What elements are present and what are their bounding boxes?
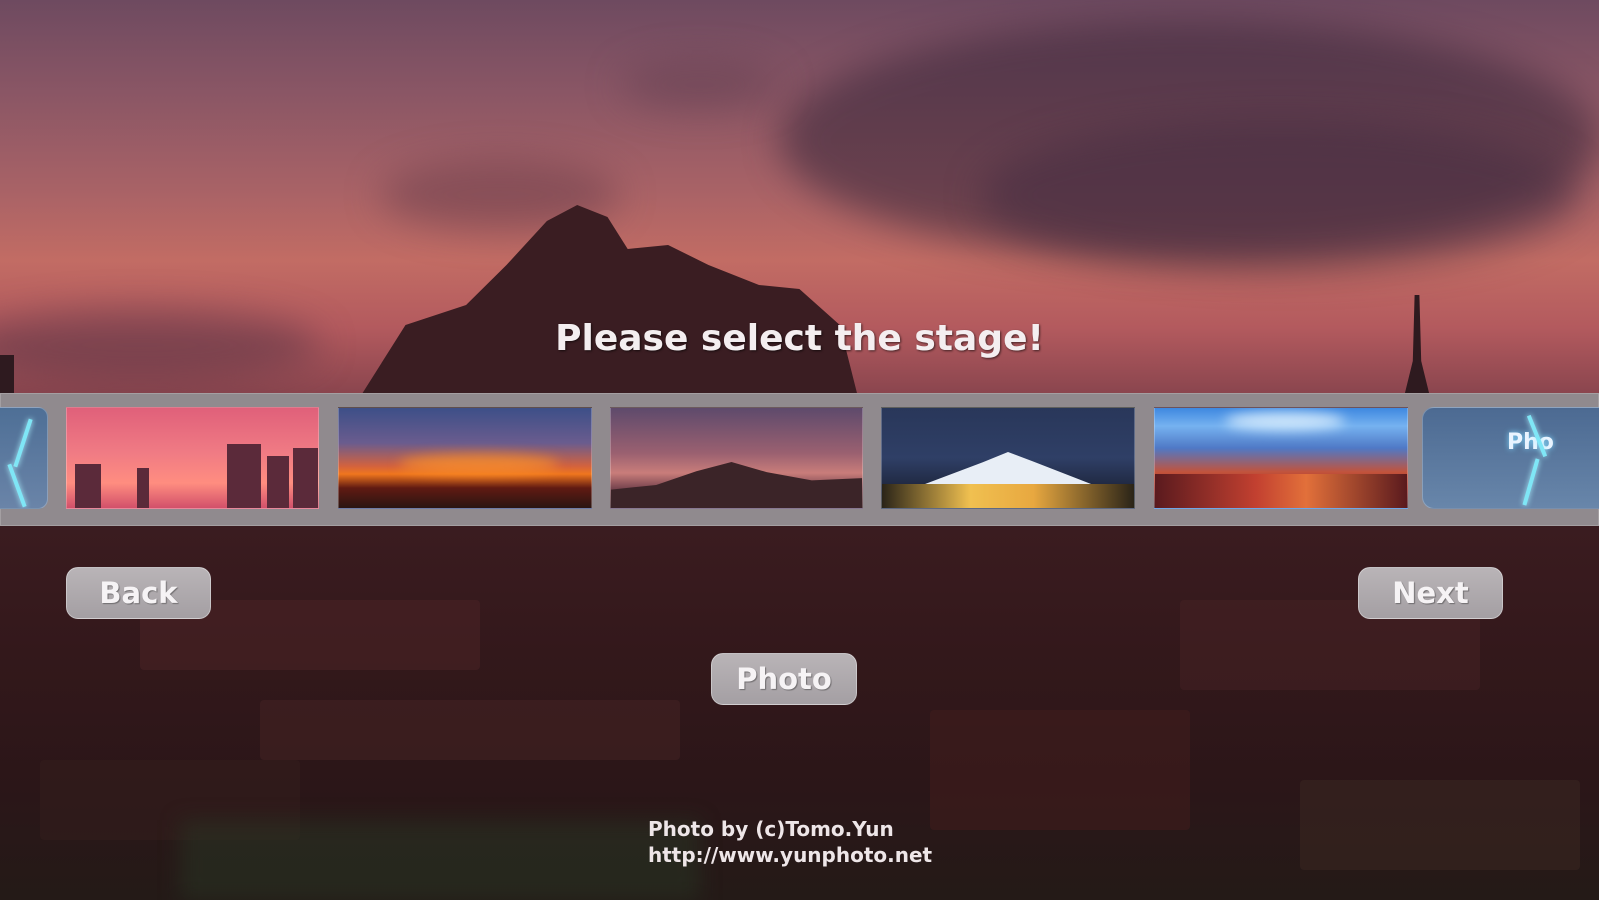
sun-glow xyxy=(399,454,559,474)
stage-thumbnail-pink-city[interactable] xyxy=(66,407,319,509)
back-button[interactable]: Back xyxy=(66,567,211,619)
stage-thumbnail-fiery-horizon[interactable] xyxy=(338,407,592,509)
lightning-icon xyxy=(1522,458,1540,506)
stage-thumbnail-partial-left[interactable] xyxy=(0,407,48,509)
stage-select-prompt: Please select the stage! xyxy=(555,318,1044,359)
mountain-silhouette xyxy=(611,462,862,508)
building xyxy=(75,464,101,508)
stage-thumbnail-dusk-mountain[interactable] xyxy=(610,407,863,509)
lightning-icon xyxy=(7,463,27,508)
thumbnail-label: Pho xyxy=(1507,430,1554,455)
building xyxy=(227,444,261,508)
ruin-stones xyxy=(260,700,680,760)
building xyxy=(293,448,318,508)
stage-thumbnail-snowy-peak[interactable] xyxy=(881,407,1135,509)
snow-peak xyxy=(919,452,1097,486)
credit-url: http://www.yunphoto.net xyxy=(648,843,933,867)
stage-carousel[interactable]: Pho xyxy=(0,393,1599,526)
ruin-silhouette xyxy=(0,355,14,395)
stage-thumbnail-photo-partial[interactable]: Pho xyxy=(1422,407,1599,509)
photo-credit: Photo by (c)Tomo.Yun http://www.yunphoto… xyxy=(648,816,932,868)
stage-thumbnail-city-bridge[interactable] xyxy=(1154,407,1408,509)
photo-button[interactable]: Photo xyxy=(711,653,857,705)
sky-glow xyxy=(1225,412,1345,430)
ruin-stones xyxy=(930,710,1190,830)
building xyxy=(267,456,289,508)
next-button[interactable]: Next xyxy=(1358,567,1503,619)
grass-patch xyxy=(180,820,700,900)
ruin-stones xyxy=(1300,780,1580,870)
lightning-icon xyxy=(13,418,33,468)
credit-author: Photo by (c)Tomo.Yun xyxy=(648,817,894,841)
cloud xyxy=(980,120,1580,270)
building xyxy=(137,468,149,508)
city-lights xyxy=(882,484,1134,508)
city-lights xyxy=(1155,474,1407,508)
cloud xyxy=(620,60,780,110)
